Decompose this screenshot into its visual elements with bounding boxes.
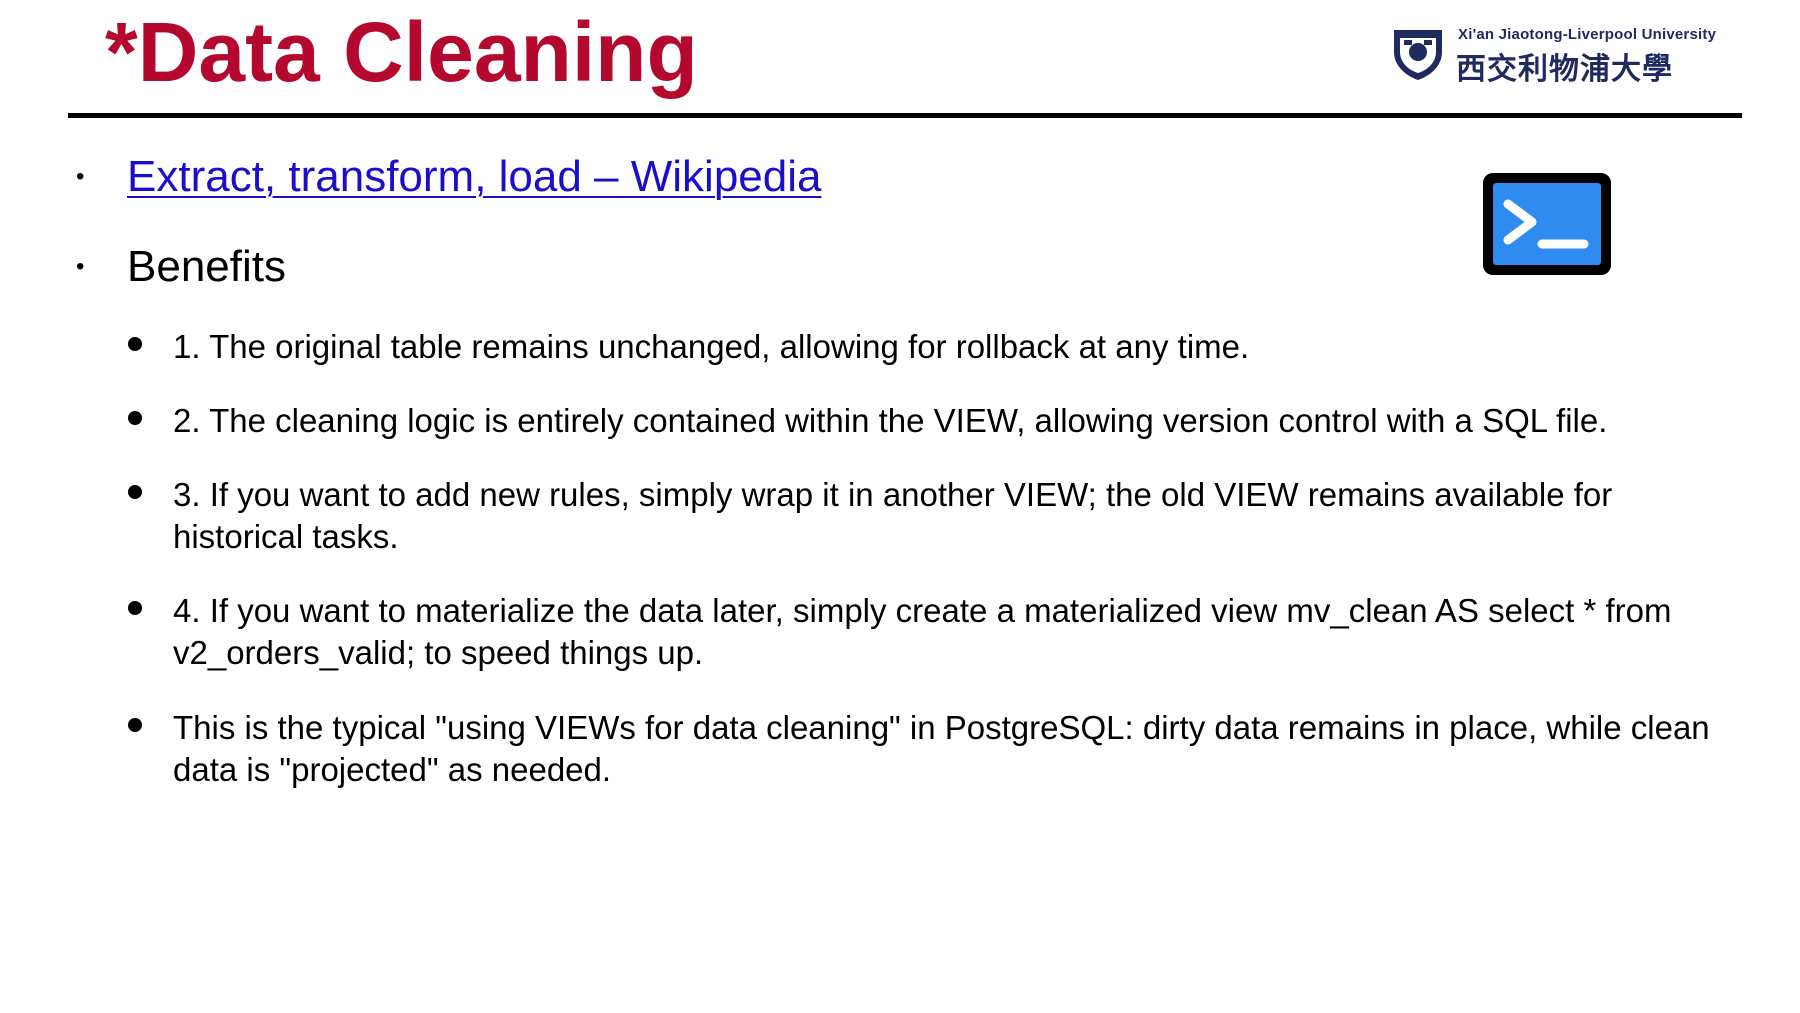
bullet-dot <box>128 337 142 351</box>
university-shield-icon <box>1394 30 1442 80</box>
benefit-text: This is the typical "using VIEWs for dat… <box>173 709 1710 788</box>
title-divider <box>68 113 1742 118</box>
bullet-dot <box>128 411 142 425</box>
bullet-dot: • <box>76 163 85 190</box>
bullet-dot: • <box>76 253 85 280</box>
slide-title: *Data Cleaning <box>105 5 698 99</box>
bullet-dot <box>128 485 142 499</box>
university-logo: Xi'an Jiaotong-Liverpool University 西交利物… <box>1390 26 1750 87</box>
bullet-dot <box>128 601 142 615</box>
benefit-text: 2. The cleaning logic is entirely contai… <box>173 402 1608 439</box>
benefit-text: 3. If you want to add new rules, simply … <box>173 476 1613 555</box>
university-name-cn: 西交利物浦大學 <box>1456 52 1673 87</box>
benefit-text: 1. The original table remains unchanged,… <box>173 328 1250 365</box>
etl-wikipedia-link[interactable]: Extract, transform, load – Wikipedia <box>127 150 821 204</box>
benefits-heading: Benefits <box>127 242 286 291</box>
university-name-en: Xi'an Jiaotong-Liverpool University <box>1458 26 1717 43</box>
benefit-text: 4. If you want to materialize the data l… <box>173 592 1672 671</box>
terminal-icon <box>1483 173 1611 275</box>
bullet-dot <box>128 718 142 732</box>
